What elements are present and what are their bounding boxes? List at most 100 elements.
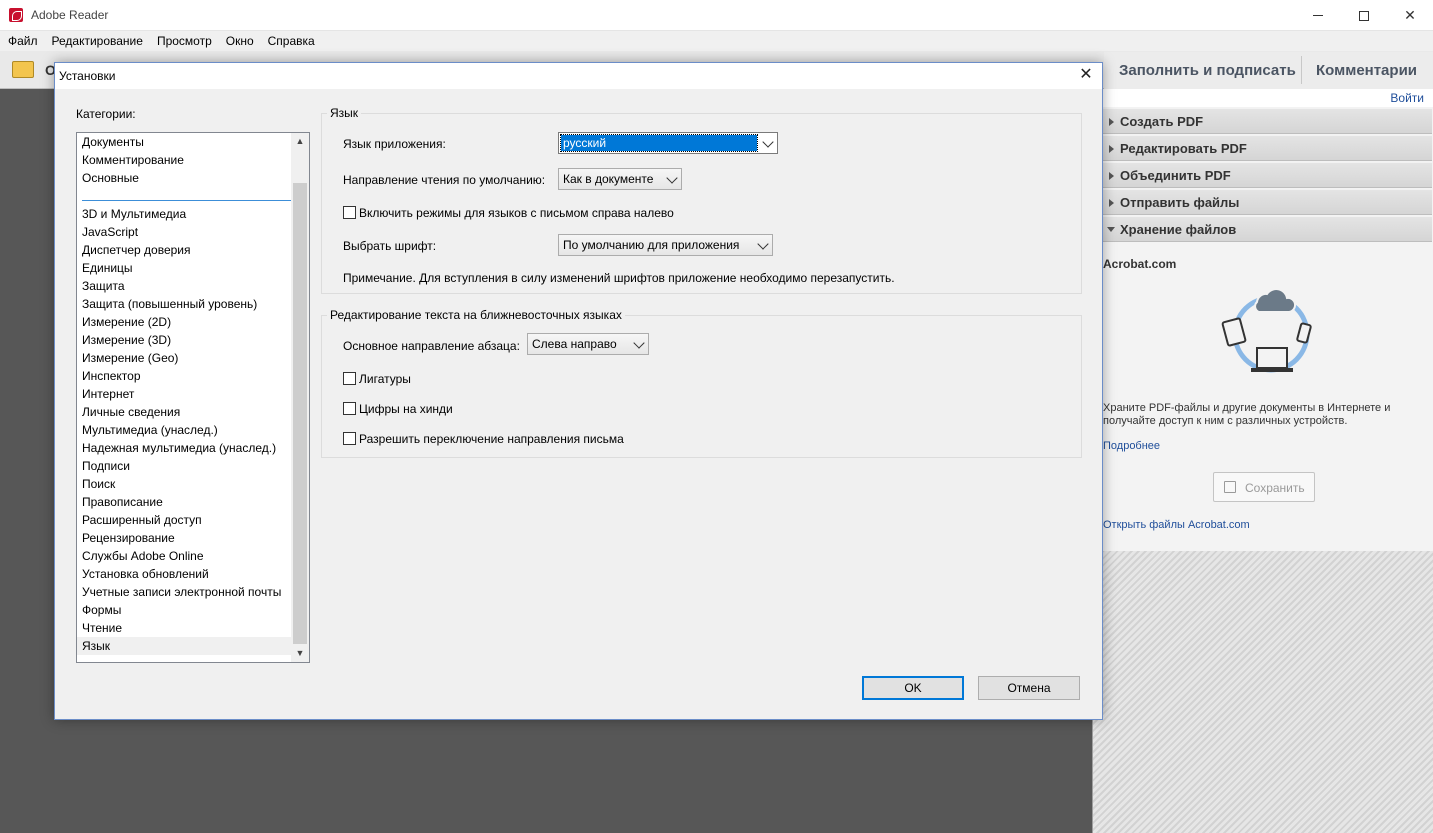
chevron-down-icon bbox=[762, 136, 774, 148]
cloud-sync-icon bbox=[1221, 288, 1312, 373]
font-value: По умолчанию для приложения bbox=[563, 238, 740, 252]
category-item[interactable]: Измерение (Geo) bbox=[77, 349, 291, 367]
title-bar: Adobe Reader ✕ bbox=[0, 0, 1433, 31]
dialog-title-bar: Установки ✕ bbox=[55, 63, 1102, 89]
cancel-button[interactable]: Отмена bbox=[978, 676, 1080, 700]
category-item[interactable]: Службы Adobe Online bbox=[77, 547, 291, 565]
category-item[interactable]: Единицы bbox=[77, 259, 291, 277]
category-item[interactable]: Защита (повышенный уровень) bbox=[77, 295, 291, 313]
panel-send-files[interactable]: Отправить файлы bbox=[1103, 189, 1432, 215]
header-divider bbox=[1301, 56, 1302, 84]
open-folder-icon[interactable] bbox=[12, 61, 34, 78]
ligatures-checkbox[interactable] bbox=[343, 372, 356, 385]
category-item[interactable]: JavaScript bbox=[77, 223, 291, 241]
category-item[interactable]: Интернет bbox=[77, 385, 291, 403]
menu-help[interactable]: Справка bbox=[261, 34, 322, 48]
reading-direction-label: Направление чтения по умолчанию: bbox=[343, 173, 546, 187]
scroll-thumb[interactable] bbox=[293, 183, 307, 644]
category-item[interactable]: Защита bbox=[77, 277, 291, 295]
more-info-link[interactable]: Подробнее bbox=[1103, 440, 1160, 452]
panel-label: Хранение файлов bbox=[1120, 222, 1237, 237]
language-group-title: Язык bbox=[327, 106, 362, 120]
category-separator bbox=[77, 187, 291, 205]
category-item-selected[interactable]: Язык bbox=[77, 637, 291, 655]
fill-sign-tab[interactable]: Заполнить и подписать bbox=[1119, 62, 1296, 79]
category-item[interactable]: Мультимедиа (унаслед.) bbox=[77, 421, 291, 439]
category-item[interactable]: Формы bbox=[77, 601, 291, 619]
font-select[interactable]: По умолчанию для приложения bbox=[558, 234, 773, 256]
tools-pane: Войти Создать PDF Редактировать PDF Объе… bbox=[1092, 89, 1433, 833]
category-item[interactable]: Диспетчер доверия bbox=[77, 241, 291, 259]
direction-switch-checkbox[interactable] bbox=[343, 432, 356, 445]
category-item[interactable]: Документы bbox=[77, 133, 291, 151]
category-item[interactable]: Правописание bbox=[77, 493, 291, 511]
scroll-down-icon[interactable]: ▼ bbox=[291, 645, 309, 662]
panel-label: Отправить файлы bbox=[1120, 195, 1240, 210]
menu-file[interactable]: Файл bbox=[0, 34, 45, 48]
category-item[interactable]: Установка обновлений bbox=[77, 565, 291, 583]
open-acrobat-files-link[interactable]: Открыть файлы Acrobat.com bbox=[1103, 519, 1250, 531]
panel-create-pdf[interactable]: Создать PDF bbox=[1103, 108, 1432, 134]
expand-arrow-icon bbox=[1109, 118, 1114, 126]
panel-label: Создать PDF bbox=[1120, 114, 1204, 129]
font-label: Выбрать шрифт: bbox=[343, 239, 437, 253]
signin-bar: Войти bbox=[1101, 89, 1433, 107]
close-window-button[interactable]: ✕ bbox=[1387, 0, 1433, 31]
acrobat-site-heading: Acrobat.com bbox=[1103, 257, 1177, 271]
hindi-digits-checkbox[interactable] bbox=[343, 402, 356, 415]
app-language-label: Язык приложения: bbox=[343, 137, 446, 151]
menu-edit[interactable]: Редактирование bbox=[45, 34, 150, 48]
category-item[interactable]: Учетные записи электронной почты bbox=[77, 583, 291, 601]
category-item[interactable]: Комментирование bbox=[77, 151, 291, 169]
panel-combine-pdf[interactable]: Объединить PDF bbox=[1103, 162, 1432, 188]
reading-direction-select[interactable]: Как в документе bbox=[558, 168, 682, 190]
paragraph-direction-select[interactable]: Слева направо bbox=[527, 333, 649, 355]
scroll-up-icon[interactable]: ▲ bbox=[291, 133, 309, 150]
font-restart-note: Примечание. Для вступления в силу измене… bbox=[343, 271, 895, 285]
expand-arrow-icon bbox=[1109, 199, 1114, 207]
chevron-down-icon bbox=[633, 337, 645, 349]
direction-switch-label[interactable]: Разрешить переключение направления письм… bbox=[359, 432, 624, 446]
category-item[interactable]: 3D и Мультимедиа bbox=[77, 205, 291, 223]
sign-in-link[interactable]: Войти bbox=[1390, 91, 1424, 105]
categories-items: Документы Комментирование Основные 3D и … bbox=[77, 133, 291, 655]
panel-store-files[interactable]: Хранение файлов bbox=[1103, 216, 1432, 242]
paragraph-direction-label: Основное направление абзаца: bbox=[343, 339, 520, 353]
menu-view[interactable]: Просмотр bbox=[150, 34, 219, 48]
ok-button[interactable]: OK bbox=[862, 676, 964, 700]
rtl-checkbox[interactable] bbox=[343, 206, 356, 219]
category-item[interactable]: Измерение (3D) bbox=[77, 331, 291, 349]
mideast-group-title: Редактирование текста на ближневосточных… bbox=[327, 308, 625, 322]
rtl-label[interactable]: Включить режимы для языков с письмом спр… bbox=[359, 206, 674, 220]
preferences-dialog: Установки ✕ Категории: Документы Коммент… bbox=[54, 62, 1103, 720]
categories-scrollbar[interactable]: ▲ ▼ bbox=[291, 133, 309, 662]
save-to-cloud-button[interactable]: Сохранить bbox=[1213, 472, 1315, 502]
category-item[interactable]: Чтение bbox=[77, 619, 291, 637]
expand-arrow-icon bbox=[1109, 172, 1114, 180]
menu-window[interactable]: Окно bbox=[219, 34, 261, 48]
category-item[interactable]: Личные сведения bbox=[77, 403, 291, 421]
paragraph-direction-value: Слева направо bbox=[532, 337, 617, 351]
app-language-value: русский bbox=[560, 134, 758, 152]
save-label: Сохранить bbox=[1245, 481, 1305, 495]
ligatures-label[interactable]: Лигатуры bbox=[359, 372, 411, 386]
category-item[interactable]: Расширенный доступ bbox=[77, 511, 291, 529]
category-item[interactable]: Поиск bbox=[77, 475, 291, 493]
category-item[interactable]: Рецензирование bbox=[77, 529, 291, 547]
category-item[interactable]: Подписи bbox=[77, 457, 291, 475]
app-language-select[interactable]: русский bbox=[558, 132, 778, 154]
reading-direction-value: Как в документе bbox=[563, 172, 654, 186]
category-item[interactable]: Измерение (2D) bbox=[77, 313, 291, 331]
comments-tab[interactable]: Комментарии bbox=[1316, 62, 1417, 79]
hindi-digits-label[interactable]: Цифры на хинди bbox=[359, 402, 453, 416]
category-item[interactable]: Инспектор bbox=[77, 367, 291, 385]
category-item[interactable]: Основные bbox=[77, 169, 291, 187]
category-item[interactable]: Надежная мультимедиа (унаслед.) bbox=[77, 439, 291, 457]
panel-edit-pdf[interactable]: Редактировать PDF bbox=[1103, 135, 1432, 161]
menu-bar: Файл Редактирование Просмотр Окно Справк… bbox=[0, 31, 1433, 51]
dialog-close-button[interactable]: ✕ bbox=[1078, 67, 1094, 83]
dialog-title: Установки bbox=[59, 69, 116, 83]
maximize-button[interactable] bbox=[1341, 0, 1387, 31]
minimize-button[interactable] bbox=[1295, 0, 1341, 31]
collapse-arrow-icon bbox=[1107, 227, 1115, 232]
